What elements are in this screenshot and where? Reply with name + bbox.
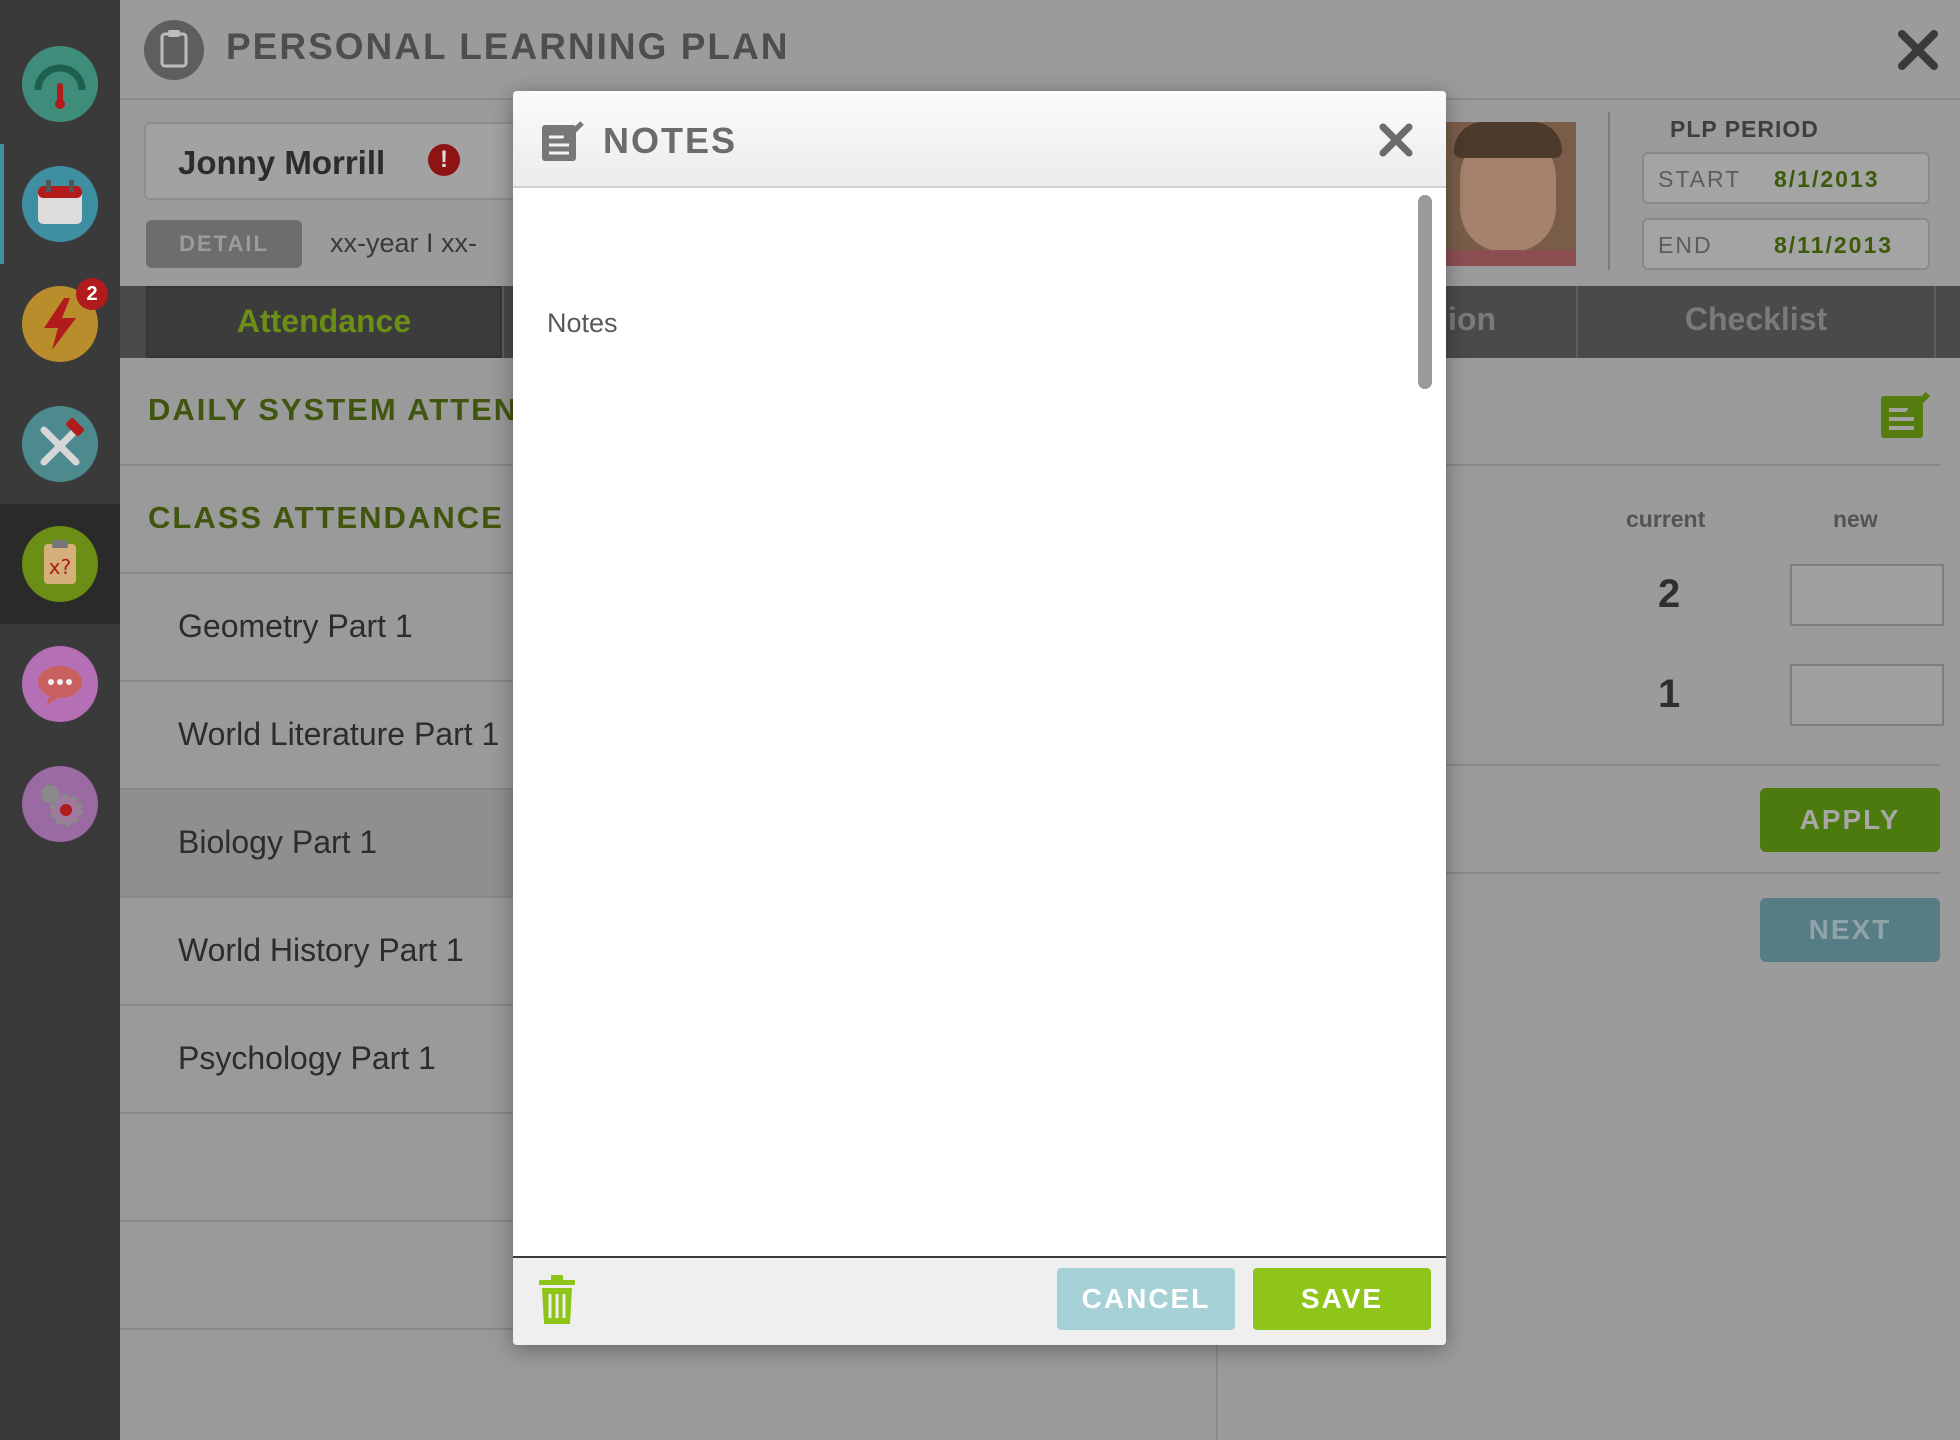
cancel-button[interactable]: CANCEL (1057, 1268, 1235, 1330)
class-attendance-title: CLASS ATTENDANCE (148, 500, 504, 535)
edit-notes-icon[interactable] (1878, 388, 1932, 442)
plp-end-field[interactable]: END 8/11/2013 (1642, 218, 1930, 270)
notification-badge: 2 (76, 278, 108, 310)
notes-dialog: NOTES Notes CANCEL SAVE (513, 91, 1446, 1345)
nav-alerts[interactable]: 2 (0, 264, 120, 384)
end-value: 8/11/2013 (1774, 232, 1894, 258)
end-label: END (1658, 232, 1713, 258)
notes-placeholder: Notes (547, 308, 618, 338)
student-selector[interactable]: Jonny Morrill ! (144, 122, 544, 200)
detail-button[interactable]: DETAIL (146, 220, 302, 268)
dialog-footer: CANCEL SAVE (513, 1256, 1446, 1345)
tools-icon (22, 406, 98, 482)
save-button[interactable]: SAVE (1253, 1268, 1431, 1330)
app-header: PERSONAL LEARNING PLAN (120, 0, 1960, 100)
student-meta: xx-year I xx- (330, 228, 478, 258)
tab-attendance[interactable]: Attendance (146, 286, 502, 358)
settings-icon (22, 766, 98, 842)
tab-partial[interactable]: ion (1448, 286, 1514, 358)
alert-icon: ! (428, 144, 460, 176)
divider (1608, 112, 1610, 270)
student-name: Jonny Morrill (178, 144, 386, 181)
calendar-icon (22, 166, 98, 242)
notes-icon (540, 119, 584, 163)
new-value-input[interactable] (1790, 664, 1944, 726)
nav-calendar[interactable] (0, 144, 120, 264)
close-icon[interactable] (1890, 22, 1946, 78)
current-value: 2 (1658, 572, 1681, 616)
column-new: new (1833, 506, 1878, 532)
current-value: 1 (1658, 672, 1681, 716)
nav-messages[interactable] (0, 624, 120, 744)
svg-text:x?: x? (49, 555, 71, 579)
scrollbar[interactable] (1418, 195, 1432, 389)
next-button[interactable]: NEXT (1760, 898, 1940, 962)
nav-tools[interactable] (0, 384, 120, 504)
sidebar-nav: 2 x? (0, 0, 120, 1440)
daily-attendance-title: DAILY SYSTEM ATTEN (148, 392, 519, 427)
new-value-input[interactable] (1790, 564, 1944, 626)
start-value: 8/1/2013 (1774, 166, 1880, 192)
column-current: current (1626, 506, 1706, 532)
clipboard-icon (144, 20, 204, 80)
page-title: PERSONAL LEARNING PLAN (226, 26, 790, 67)
trash-icon[interactable] (535, 1272, 579, 1328)
chat-icon (22, 646, 98, 722)
start-label: START (1658, 166, 1742, 192)
nav-dashboard[interactable] (0, 24, 120, 144)
dialog-title: NOTES (603, 120, 738, 161)
close-icon[interactable] (1377, 121, 1415, 159)
plp-period-title: PLP PERIOD (1670, 116, 1819, 142)
notes-textarea[interactable]: Notes (513, 188, 1446, 1256)
nav-learning-plan[interactable]: x? (0, 504, 120, 624)
clipboard-icon: x? (22, 526, 98, 602)
gauge-icon (22, 46, 98, 122)
tab-checklist[interactable]: Checklist (1578, 286, 1934, 358)
dialog-header: NOTES (513, 91, 1446, 188)
apply-button[interactable]: APPLY (1760, 788, 1940, 852)
nav-settings[interactable] (0, 744, 120, 864)
student-photo (1440, 122, 1576, 266)
plp-start-field[interactable]: START 8/1/2013 (1642, 152, 1930, 204)
